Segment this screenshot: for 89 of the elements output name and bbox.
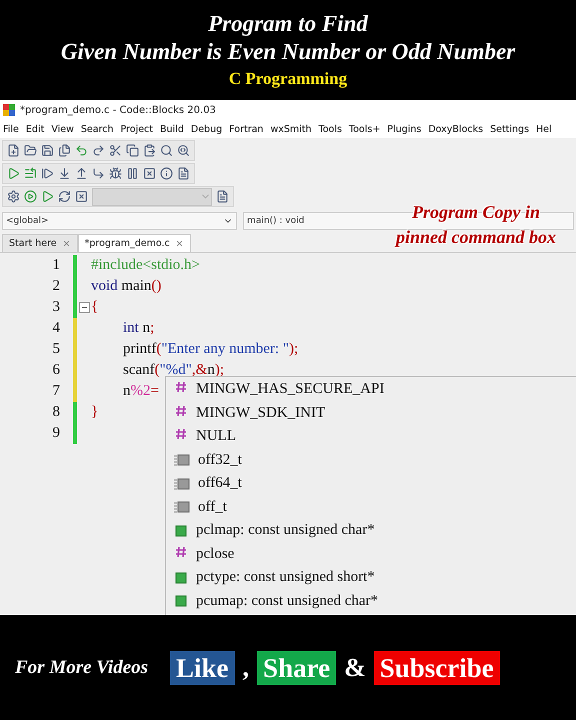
line-number: 7 <box>52 383 60 400</box>
video-title: Program to Find <box>208 10 368 38</box>
step-into-icon[interactable] <box>58 167 71 180</box>
video-title: Given Number is Even Number or Odd Number <box>60 38 516 66</box>
menu-item[interactable]: Tools <box>318 124 342 134</box>
menu-item[interactable]: Fortran <box>229 124 264 134</box>
variable-icon <box>174 595 188 608</box>
stop-icon[interactable] <box>143 167 156 180</box>
typedef-icon <box>174 501 190 514</box>
variable-icon <box>174 524 188 537</box>
menu-item[interactable]: Settings <box>490 124 530 134</box>
next-line-icon[interactable] <box>41 167 54 180</box>
editor-tab[interactable]: *program_demo.c <box>78 234 191 252</box>
new-file-icon[interactable] <box>7 144 20 157</box>
abort-icon[interactable] <box>75 190 88 203</box>
redo-icon[interactable] <box>92 144 105 157</box>
menu-item[interactable]: Hel <box>536 124 552 134</box>
code-line: printf("Enter any number: "); <box>123 341 298 358</box>
menu-item[interactable]: Search <box>80 124 114 134</box>
line-number: 8 <box>52 404 60 421</box>
run-to-cursor-icon[interactable] <box>24 167 37 180</box>
line-number: 3 <box>52 299 60 316</box>
gear-icon[interactable] <box>7 190 20 203</box>
line-number: 9 <box>52 425 60 442</box>
like-button[interactable]: Like <box>170 650 235 684</box>
separator-text: , <box>242 652 250 682</box>
line-number: 6 <box>52 362 60 379</box>
replace-icon[interactable] <box>177 144 190 157</box>
separator-text: & <box>344 652 366 682</box>
editor-tab[interactable]: Start here <box>2 234 78 252</box>
line-number: 1 <box>52 257 60 274</box>
menu-item[interactable]: Project <box>120 124 154 134</box>
play-icon[interactable] <box>7 167 20 180</box>
completion-item[interactable]: off32_t <box>198 452 242 469</box>
menu-item[interactable]: Debug <box>190 124 222 134</box>
code-line: #include<stdio.h> <box>91 257 200 274</box>
paste-icon[interactable] <box>143 144 156 157</box>
footer-text: For More Videos <box>15 656 148 678</box>
code-line: { <box>91 299 98 316</box>
run-icon[interactable] <box>24 190 37 203</box>
copy-icon[interactable] <box>126 144 139 157</box>
typedef-icon <box>174 478 190 490</box>
pause-icon[interactable] <box>126 167 139 180</box>
document-icon[interactable] <box>216 190 229 203</box>
search-icon[interactable] <box>160 144 173 157</box>
fold-icon[interactable] <box>78 302 90 313</box>
save-icon[interactable] <box>41 144 54 157</box>
completion-item[interactable]: pcumap: const unsigned char* <box>196 592 378 610</box>
close-icon[interactable] <box>62 239 71 248</box>
cut-icon[interactable] <box>109 144 122 157</box>
menu-item[interactable]: DoxyBlocks <box>428 124 484 134</box>
folder-icon[interactable] <box>24 144 37 157</box>
completion-item[interactable]: pctype: const unsigned short* <box>196 569 375 586</box>
undo-icon[interactable] <box>75 144 88 157</box>
line-number: 2 <box>52 278 60 295</box>
completion-item[interactable]: MINGW_HAS_SECURE_API <box>196 381 384 398</box>
code-line: n%2= <box>123 383 159 400</box>
code-line: int n; <box>123 320 154 337</box>
completion-item[interactable]: MINGW_SDK_INIT <box>196 404 326 422</box>
line-number: 5 <box>52 341 60 358</box>
step-out-icon[interactable] <box>75 167 88 180</box>
code-line: scanf("%d",&n); <box>123 362 224 379</box>
rebuild-icon[interactable] <box>58 190 71 203</box>
completion-item[interactable]: NULL <box>196 428 236 446</box>
completion-item[interactable]: off64_t <box>198 475 242 492</box>
close-icon[interactable] <box>174 239 184 248</box>
typedef-icon <box>174 454 190 466</box>
menu-item[interactable]: Edit <box>26 124 44 134</box>
build-run-icon[interactable] <box>41 190 54 203</box>
video-subtitle: C Programming <box>228 68 348 90</box>
completion-item[interactable]: off_t <box>198 498 227 516</box>
code-line: } <box>91 404 98 421</box>
menu-item[interactable]: Tools+ <box>348 124 380 134</box>
subscribe-button[interactable]: Subscribe <box>374 650 500 684</box>
app-icon <box>3 104 15 116</box>
variable-icon <box>174 572 188 584</box>
line-number: 4 <box>52 320 60 337</box>
completion-item[interactable]: pclose <box>196 546 234 563</box>
scope-dropdown[interactable]: <global> <box>2 212 238 230</box>
save-all-icon[interactable] <box>58 144 71 157</box>
completion-item[interactable]: pclmap: const unsigned char* <box>196 522 375 540</box>
menu-item[interactable]: View <box>51 124 74 134</box>
menu-item[interactable]: wxSmith <box>270 124 312 134</box>
scope-text: <global> <box>6 216 49 226</box>
menu-item[interactable]: File <box>3 124 19 134</box>
menu-item[interactable]: Plugins <box>387 124 422 134</box>
menu-item[interactable]: Build <box>160 124 184 134</box>
code-line: void main() <box>91 278 162 295</box>
window-title: *program_demo.c - Code::Blocks 20.03 <box>20 104 216 116</box>
